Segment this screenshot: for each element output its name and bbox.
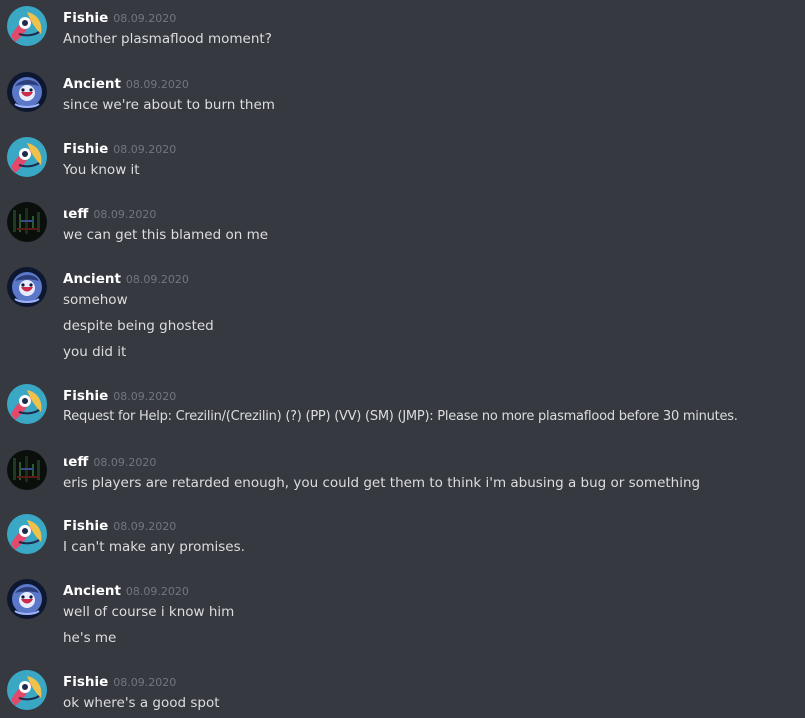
message-content: Fishie 08.09.2020 ok where's a good spot: [63, 670, 805, 718]
message-header: Ancient 08.09.2020: [63, 72, 805, 94]
fishie-avatar-icon[interactable]: [7, 514, 47, 554]
message-text: well of course i know him: [63, 604, 235, 620]
message-header: Fishie 08.09.2020: [63, 137, 805, 159]
message-content: ιeff 08.09.2020 eris players are retarded…: [63, 450, 805, 498]
author-name[interactable]: Ancient: [63, 76, 121, 92]
message-content: Ancient 08.09.2020 since we're about to b…: [63, 72, 805, 120]
message-content: Ancient 08.09.2020 somehow despite being …: [63, 267, 805, 367]
leff-avatar-icon[interactable]: [7, 450, 47, 490]
message-text: you did it: [63, 344, 127, 360]
timestamp: 08.09.2020: [125, 585, 189, 598]
timestamp: 08.09.2020: [113, 143, 177, 156]
message-text: since we're about to burn them: [63, 97, 275, 113]
ancient-avatar-icon[interactable]: [7, 579, 47, 619]
message-text: You know it: [63, 162, 140, 178]
timestamp: 08.09.2020: [113, 676, 177, 689]
ancient-avatar-icon[interactable]: [7, 267, 47, 307]
message-text: I can't make any promises.: [63, 539, 245, 555]
author-name[interactable]: Ancient: [63, 271, 121, 287]
fishie-avatar-icon[interactable]: [7, 384, 47, 424]
message-content: Fishie 08.09.2020 Request for Help: Crezi…: [63, 384, 805, 432]
message-text: we can get this blamed on me: [63, 227, 269, 243]
author-name[interactable]: Fishie: [63, 388, 108, 404]
timestamp: 08.09.2020: [113, 12, 177, 25]
message-text: ok where's a good spot: [63, 695, 220, 711]
message-header: Ancient 08.09.2020: [63, 579, 805, 601]
timestamp: 08.09.2020: [125, 273, 189, 286]
message-text: he's me: [63, 630, 117, 646]
message-text: somehow: [63, 292, 128, 308]
author-name[interactable]: Ancient: [63, 583, 121, 599]
message-text: Request for Help: Crezilin/(Crezilin) (?…: [63, 409, 738, 424]
ancient-avatar-icon[interactable]: [7, 72, 47, 112]
message-header: Fishie 08.09.2020: [63, 384, 805, 406]
message-header: Fishie 08.09.2020: [63, 670, 805, 692]
timestamp: 08.09.2020: [113, 390, 177, 403]
message-header: Fishie 08.09.2020: [63, 514, 805, 536]
author-name[interactable]: Fishie: [63, 10, 108, 26]
message-text: Another plasmaflood moment?: [63, 31, 272, 47]
fishie-avatar-icon[interactable]: [7, 670, 47, 710]
message-content: Ancient 08.09.2020 well of course i know …: [63, 579, 805, 653]
author-name[interactable]: ιeff: [63, 454, 88, 470]
author-name[interactable]: ιeff: [63, 206, 88, 222]
message-text: eris players are retarded enough, you co…: [63, 475, 701, 491]
timestamp: 08.09.2020: [113, 520, 177, 533]
message-header: Ancient 08.09.2020: [63, 267, 805, 289]
fishie-avatar-icon[interactable]: [7, 137, 47, 177]
message-header: Fishie 08.09.2020: [63, 6, 805, 28]
leff-avatar-icon[interactable]: [7, 202, 47, 242]
message-content: Fishie 08.09.2020 You know it: [63, 137, 805, 185]
author-name[interactable]: Fishie: [63, 674, 108, 690]
message-text: despite being ghosted: [63, 318, 214, 334]
timestamp: 08.09.2020: [125, 78, 189, 91]
message-content: ιeff 08.09.2020 we can get this blamed on…: [63, 202, 805, 250]
message-header: ιeff 08.09.2020: [63, 202, 805, 224]
author-name[interactable]: Fishie: [63, 141, 108, 157]
timestamp: 08.09.2020: [93, 456, 157, 469]
author-name[interactable]: Fishie: [63, 518, 108, 534]
timestamp: 08.09.2020: [93, 208, 157, 221]
message-content: Fishie 08.09.2020 Another plasmaflood mom…: [63, 6, 805, 54]
fishie-avatar-icon[interactable]: [7, 6, 47, 46]
message-content: Fishie 08.09.2020 I can't make any promis…: [63, 514, 805, 562]
message-header: ιeff 08.09.2020: [63, 450, 805, 472]
